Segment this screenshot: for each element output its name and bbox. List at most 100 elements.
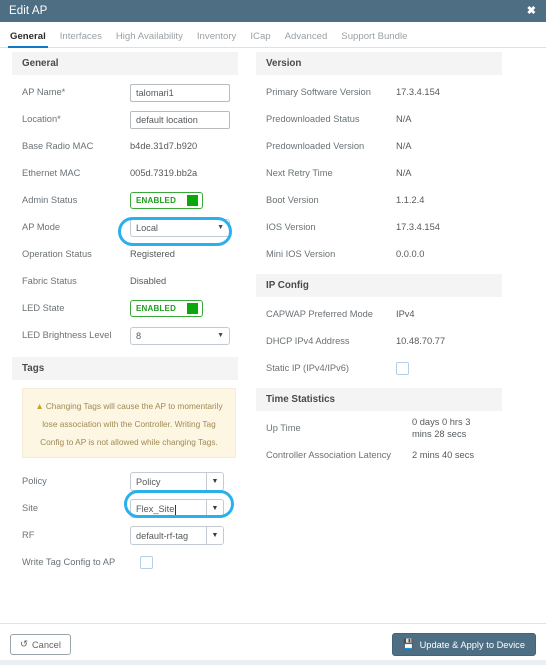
field-operation-status: Operation Status Registered	[12, 241, 238, 268]
tab-support-bundle[interactable]: Support Bundle	[341, 31, 407, 47]
ap-name-input[interactable]: talomari1	[130, 83, 230, 102]
tab-bar: General Interfaces High Availability Inv…	[0, 22, 546, 48]
policy-tag-value: Policy	[136, 476, 161, 487]
ethernet-mac-label: Ethernet MAC	[22, 167, 81, 178]
update-apply-button[interactable]: 💾 Update & Apply to Device	[391, 633, 536, 656]
dialog-title: Edit AP	[9, 5, 48, 17]
ap-mode-select[interactable]: Local ▼	[130, 218, 230, 237]
section-time-statistics-heading: Time Statistics	[256, 388, 502, 411]
led-state-toggle[interactable]: ENABLED	[130, 300, 204, 317]
left-column: General AP Name* talomari1 Location* def…	[12, 52, 238, 576]
primary-software-version-label: Primary Software Version	[266, 86, 371, 97]
location-input[interactable]: default location	[130, 110, 230, 129]
led-brightness-select[interactable]: 8 ▼	[130, 326, 230, 345]
primary-software-version-value: 17.3.4.154	[396, 86, 440, 97]
write-tag-config-checkbox[interactable]	[140, 556, 153, 569]
led-brightness-label: LED Brightness Level	[22, 329, 112, 340]
tab-general[interactable]: General	[8, 31, 48, 48]
site-tag-select[interactable]: Flex_Site ▼	[130, 499, 224, 518]
site-tag-label: Site	[22, 502, 39, 513]
field-next-retry-time: Next Retry Time N/A	[256, 160, 502, 187]
cancel-button[interactable]: ↺ Cancel	[10, 634, 71, 655]
mini-ios-version-value: 0.0.0.0	[396, 248, 425, 259]
update-apply-button-label: Update & Apply to Device	[419, 639, 525, 650]
location-label: Location*	[22, 113, 61, 124]
up-time-label: Up Time	[266, 422, 301, 433]
field-ap-mode: AP Mode Local ▼	[12, 214, 238, 241]
edit-ap-dialog: Edit AP ✖ General Interfaces High Availa…	[0, 0, 546, 665]
admin-status-label: Admin Status	[22, 194, 78, 205]
static-ip-label: Static IP (IPv4/IPv6)	[266, 362, 350, 373]
chevron-down-icon[interactable]: ▼	[206, 500, 223, 517]
site-tag-value[interactable]: Flex_Site	[136, 504, 177, 515]
toggle-knob-icon	[187, 195, 199, 206]
section-ip-config-heading: IP Config	[256, 274, 502, 297]
field-up-time: Up Time 0 days 0 hrs 3 mins 28 secs	[256, 415, 502, 442]
chevron-down-icon[interactable]: ▼	[206, 527, 223, 544]
section-general-heading: General	[12, 52, 238, 75]
field-ios-version: IOS Version 17.3.4.154	[256, 214, 502, 241]
tab-inventory[interactable]: Inventory	[197, 31, 236, 47]
field-predownloaded-status: Predownloaded Status N/A	[256, 106, 502, 133]
controller-association-latency-label: Controller Association Latency	[266, 449, 392, 460]
admin-status-value: ENABLED	[136, 196, 177, 205]
field-mini-ios-version: Mini IOS Version 0.0.0.0	[256, 241, 502, 268]
field-ethernet-mac: Ethernet MAC 005d.7319.bb2a	[12, 160, 238, 187]
chevron-down-icon[interactable]: ▼	[206, 473, 223, 490]
policy-tag-select[interactable]: Policy ▼	[130, 472, 224, 491]
field-policy-tag: Policy Policy ▼	[12, 468, 238, 495]
chevron-down-icon: ▼	[217, 224, 224, 231]
field-led-state: LED State ENABLED	[12, 295, 238, 322]
field-ap-name: AP Name* talomari1	[12, 79, 238, 106]
warning-triangle-icon: ▲	[35, 401, 44, 411]
tags-warning-banner: ▲ Changing Tags will cause the AP to mome…	[22, 388, 236, 458]
fabric-status-label: Fabric Status	[22, 275, 77, 286]
tags-warning-text: Changing Tags will cause the AP to momen…	[40, 401, 223, 447]
tab-interfaces[interactable]: Interfaces	[60, 31, 102, 47]
chevron-down-icon: ▼	[217, 332, 224, 339]
admin-status-toggle[interactable]: ENABLED	[130, 192, 204, 209]
fabric-status-value: Disabled	[130, 275, 167, 286]
mini-ios-version-label: Mini IOS Version	[266, 248, 336, 259]
dhcp-ipv4-address-label: DHCP IPv4 Address	[266, 335, 350, 346]
rf-tag-label: RF	[22, 529, 35, 540]
capwap-preferred-mode-value: IPv4	[396, 308, 415, 319]
ios-version-label: IOS Version	[266, 221, 316, 232]
led-state-label: LED State	[22, 302, 65, 313]
rf-tag-value: default-rf-tag	[136, 530, 189, 541]
field-rf-tag: RF default-rf-tag ▼	[12, 522, 238, 549]
field-dhcp-ipv4-address: DHCP IPv4 Address 10.48.70.77	[256, 328, 502, 355]
predownloaded-status-value: N/A	[396, 113, 412, 124]
led-brightness-value: 8	[136, 330, 142, 341]
close-icon[interactable]: ✖	[527, 5, 546, 17]
base-radio-mac-value: b4de.31d7.b920	[130, 140, 198, 151]
dialog-titlebar: Edit AP ✖	[0, 0, 546, 22]
field-fabric-status: Fabric Status Disabled	[12, 268, 238, 295]
toggle-knob-icon	[187, 303, 199, 314]
boot-version-label: Boot Version	[266, 194, 319, 205]
tab-icap[interactable]: ICap	[250, 31, 270, 47]
predownloaded-version-label: Predownloaded Version	[266, 140, 365, 151]
static-ip-checkbox[interactable]	[396, 362, 409, 375]
tab-advanced[interactable]: Advanced	[285, 31, 328, 47]
next-retry-time-value: N/A	[396, 167, 412, 178]
ethernet-mac-value: 005d.7319.bb2a	[130, 167, 198, 178]
tab-high-availability[interactable]: High Availability	[116, 31, 183, 47]
section-tags-heading: Tags	[12, 357, 238, 380]
ap-name-label: AP Name*	[22, 86, 66, 97]
operation-status-label: Operation Status	[22, 248, 92, 259]
ap-mode-value: Local	[136, 222, 158, 233]
policy-tag-label: Policy	[22, 475, 47, 486]
field-capwap-preferred-mode: CAPWAP Preferred Mode IPv4	[256, 301, 502, 328]
next-retry-time-label: Next Retry Time	[266, 167, 333, 178]
section-version-heading: Version	[256, 52, 502, 75]
dialog-footer: ↺ Cancel 💾 Update & Apply to Device	[0, 623, 546, 665]
capwap-preferred-mode-label: CAPWAP Preferred Mode	[266, 308, 373, 319]
write-tag-config-label: Write Tag Config to AP	[22, 556, 116, 567]
field-controller-association-latency: Controller Association Latency 2 mins 40…	[256, 442, 502, 469]
rf-tag-select[interactable]: default-rf-tag ▼	[130, 526, 224, 545]
field-write-tag-config: Write Tag Config to AP	[12, 549, 238, 576]
predownloaded-status-label: Predownloaded Status	[266, 113, 360, 124]
ios-version-value: 17.3.4.154	[396, 221, 440, 232]
field-static-ip: Static IP (IPv4/IPv6)	[256, 355, 502, 382]
